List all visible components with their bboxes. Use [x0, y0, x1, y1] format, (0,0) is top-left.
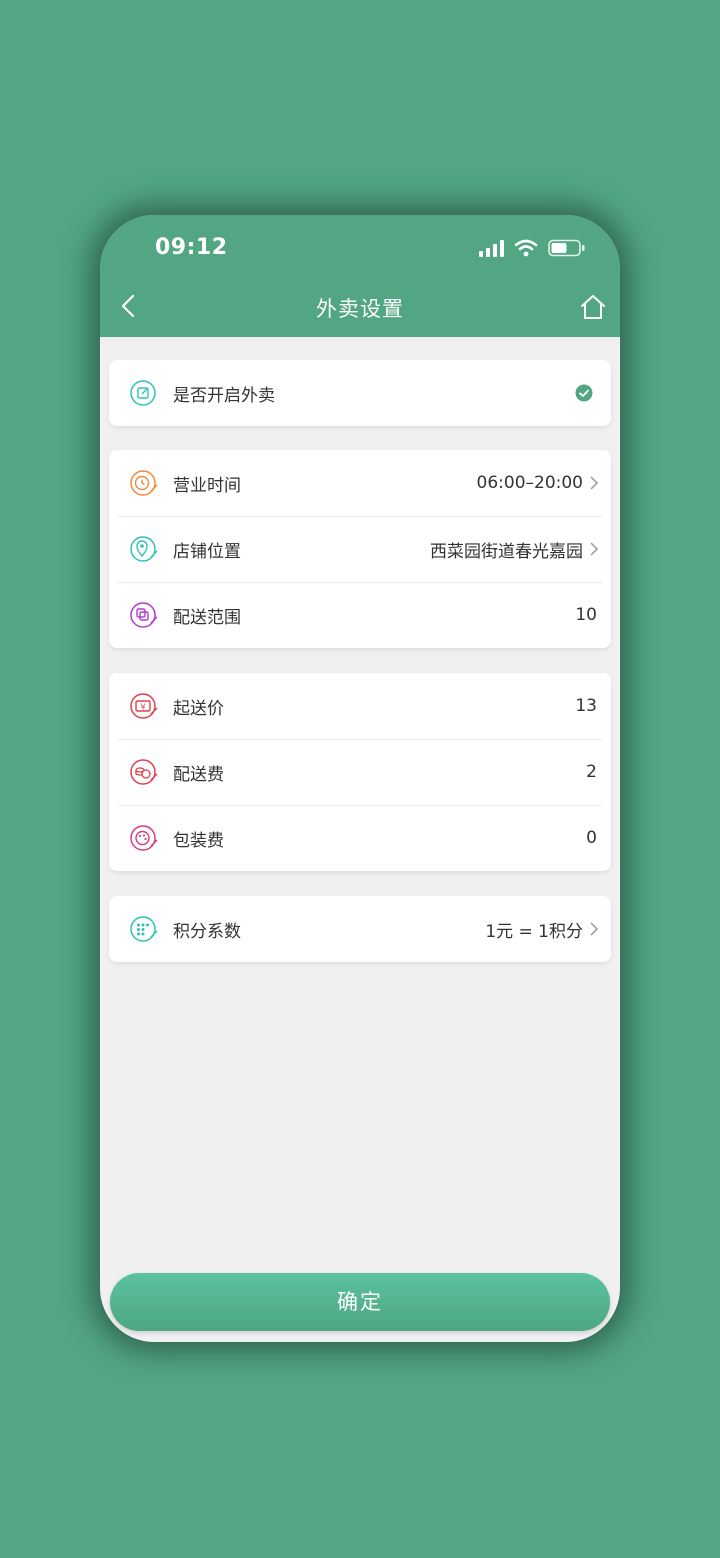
delivery-fee-label: 配送费 [173, 764, 224, 785]
status-time: 09:12 [155, 235, 228, 260]
phone-screen: 09:12 外卖设置 是否开启外卖 营业时间 06:00–20:00 店铺位置 … [100, 215, 620, 1342]
business-hours-row[interactable]: 营业时间 06:00–20:00 [109, 450, 611, 516]
price-card: ¥ 起送价 13 配送费 2 包装费 0 [109, 673, 611, 871]
header-bar: 09:12 外卖设置 [100, 215, 620, 337]
points-ratio-value: 1元 = 1积分 [485, 921, 583, 942]
battery-icon [548, 239, 585, 257]
svg-text:¥: ¥ [140, 703, 145, 712]
delivery-fee-row[interactable]: 配送费 2 [109, 739, 611, 805]
delivery-toggle-row[interactable]: 是否开启外卖 [109, 360, 611, 426]
business-hours-value: 06:00–20:00 [476, 473, 583, 493]
points-card: 积分系数 1元 = 1积分 [109, 896, 611, 962]
home-icon [581, 295, 605, 319]
store-info-card: 营业时间 06:00–20:00 店铺位置 西菜园街道春光嘉园 配送范围 10 [109, 450, 611, 648]
min-order-label: 起送价 [173, 698, 224, 719]
store-location-row[interactable]: 店铺位置 西菜园街道春光嘉园 [109, 516, 611, 582]
fee-icon [127, 755, 161, 789]
chevron-right-icon [590, 922, 599, 936]
min-order-value: 13 [575, 696, 597, 716]
wifi-icon [514, 239, 538, 257]
signal-icon [479, 239, 504, 257]
points-ratio-label: 积分系数 [173, 921, 241, 942]
delivery-range-label: 配送范围 [173, 607, 241, 628]
status-icons [479, 239, 586, 257]
chevron-right-icon [590, 476, 599, 490]
delivery-toggle-label: 是否开启外卖 [173, 385, 275, 406]
store-location-value: 西菜园街道春光嘉园 [430, 541, 583, 562]
points-icon [127, 912, 161, 946]
chevron-right-icon [590, 542, 599, 556]
range-icon [127, 598, 161, 632]
points-ratio-row[interactable]: 积分系数 1元 = 1积分 [109, 896, 611, 962]
packaging-fee-row[interactable]: 包装费 0 [109, 805, 611, 871]
store-location-label: 店铺位置 [173, 541, 241, 562]
page-title: 外卖设置 [316, 297, 404, 321]
delivery-toggle-card: 是否开启外卖 [109, 360, 611, 426]
business-hours-label: 营业时间 [173, 475, 241, 496]
clock-icon [127, 466, 161, 500]
home-button[interactable] [578, 292, 608, 322]
location-icon [127, 532, 161, 566]
delivery-range-row[interactable]: 配送范围 10 [109, 582, 611, 648]
min-order-row[interactable]: ¥ 起送价 13 [109, 673, 611, 739]
packaging-fee-label: 包装费 [173, 830, 224, 851]
packaging-fee-value: 0 [586, 828, 597, 848]
package-icon [127, 821, 161, 855]
price-icon: ¥ [127, 689, 161, 723]
check-circle-icon[interactable] [575, 384, 593, 402]
delivery-range-value: 10 [575, 605, 597, 625]
delivery-fee-value: 2 [586, 762, 597, 782]
confirm-button[interactable]: 确定 [110, 1273, 610, 1331]
edit-icon [127, 376, 161, 410]
